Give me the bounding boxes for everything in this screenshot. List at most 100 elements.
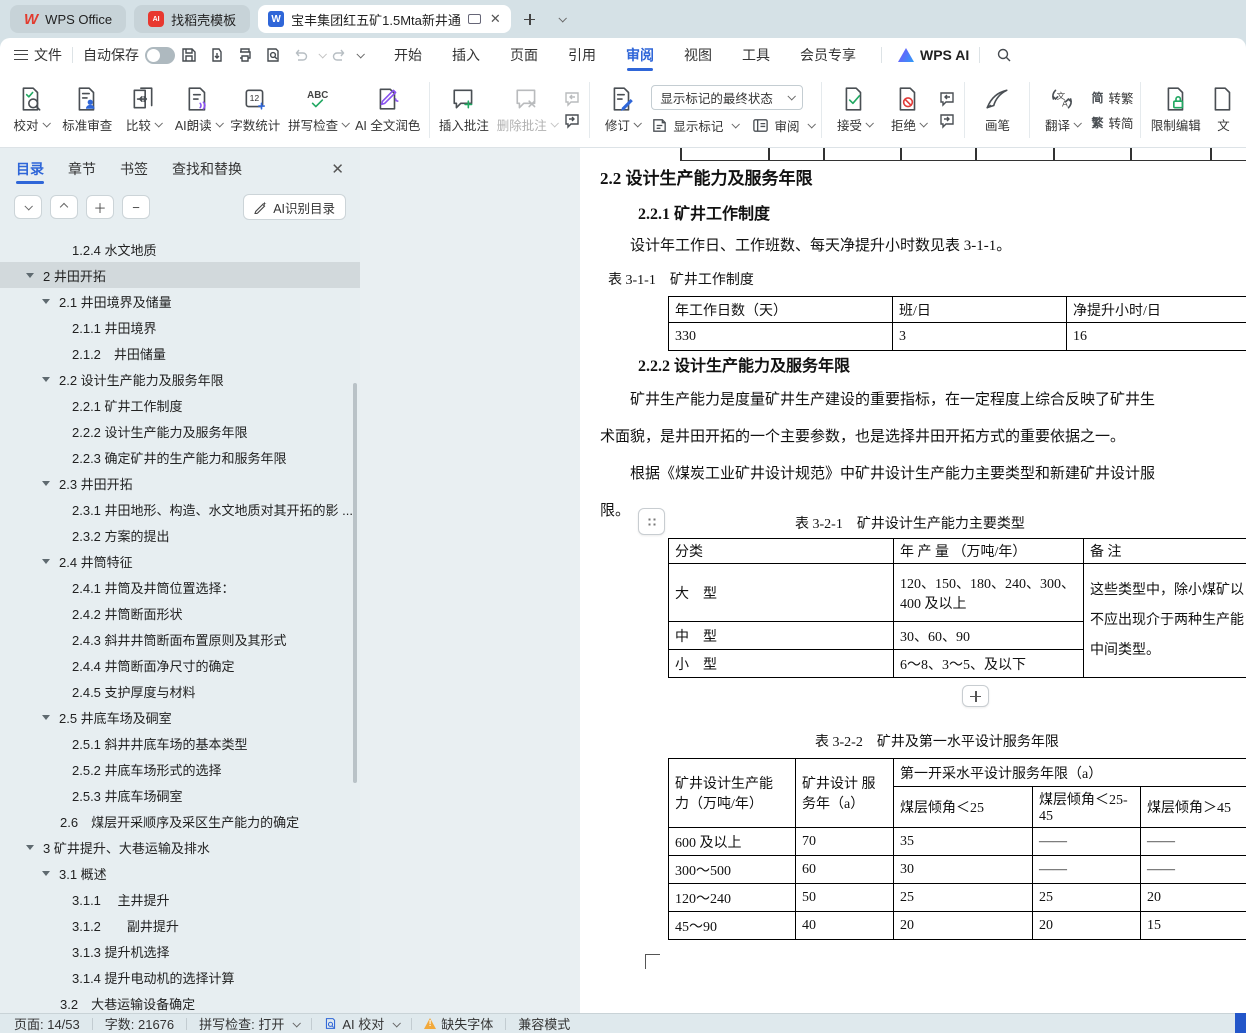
toc-item[interactable]: 2.4.5 支护厚度与材料: [0, 678, 360, 704]
file-menu[interactable]: 文件: [34, 45, 62, 65]
review-pane-button[interactable]: 审阅: [752, 116, 814, 135]
next-comment-button[interactable]: [562, 113, 582, 129]
collapse-arrow-icon[interactable]: [26, 273, 34, 278]
table-cell[interactable]: 45～90: [669, 912, 796, 940]
table-note-cell[interactable]: 这些类型中，除小煤矿以 不应出现介于两种生产能 中间类型。: [1084, 564, 1246, 678]
table-capacity-types[interactable]: 分类 年 产 量 （万吨/年） 备 注 大 型 120、150、180、240、…: [668, 538, 1246, 678]
undo-menu-icon[interactable]: [318, 50, 326, 58]
proofread-button[interactable]: 校对: [6, 78, 56, 142]
add-table-row-button[interactable]: [962, 685, 989, 707]
document-page[interactable]: 2.2 设计生产能力及服务年限 2.2.1 矿井工作制度 设计年工作日、工作班数…: [580, 148, 1246, 1013]
translate-button[interactable]: 文A 翻译: [1037, 78, 1087, 142]
toc-item[interactable]: 3.1.1 主井提升: [0, 886, 360, 912]
reject-change-button[interactable]: 拒绝: [883, 78, 933, 142]
tab-contents[interactable]: 目录: [16, 148, 44, 190]
compatibility-mode-indicator[interactable]: 兼容模式: [518, 1014, 570, 1033]
toc-item[interactable]: 2.4.1 井筒及井筒位置选择：: [0, 574, 360, 600]
toc-item[interactable]: 2.4.3 斜井井筒断面布置原则及其形式: [0, 626, 360, 652]
table-cell[interactable]: 35: [894, 828, 1033, 856]
menu-tools[interactable]: 工具: [727, 38, 785, 72]
spell-check-status[interactable]: 拼写检查: 打开: [199, 1014, 299, 1033]
tab-docer-templates[interactable]: AI 找稻壳模板: [134, 5, 250, 33]
table-cell[interactable]: 中 型: [669, 622, 894, 650]
collapse-arrow-icon[interactable]: [42, 871, 50, 876]
wps-ai-button[interactable]: WPS AI: [898, 47, 969, 63]
paragraph[interactable]: 术面貌，是井田开拓的一个主要参数，也是选择井田开拓方式的重要依据之一。: [600, 425, 1125, 446]
table-cell[interactable]: 小 型: [669, 650, 894, 678]
table-header-cell[interactable]: 第一开采水平设计服务年限（a）: [894, 759, 1246, 787]
table-header-cell[interactable]: 矿井设计 服务年（a）: [796, 759, 894, 828]
ink-pen-button[interactable]: 画笔: [972, 78, 1022, 142]
track-changes-button[interactable]: 修订: [597, 78, 647, 142]
collapse-arrow-icon[interactable]: [42, 715, 50, 720]
clipped-ribbon-button[interactable]: 文: [1207, 78, 1240, 142]
table-header-cell[interactable]: 年工作日数（天）: [669, 297, 893, 323]
tab-list-button[interactable]: [549, 8, 571, 30]
redo-button[interactable]: [327, 43, 351, 67]
collapse-all-button[interactable]: [50, 195, 78, 219]
menu-review[interactable]: 审阅: [611, 38, 669, 72]
toc-item[interactable]: 2.4.4 井筒断面净尺寸的确定: [0, 652, 360, 678]
toc-item[interactable]: 2 井田开拓: [0, 262, 360, 288]
table-cell[interactable]: 120、150、180、240、300、400 及以上: [894, 564, 1084, 622]
ai-polish-button[interactable]: AI 全文润色: [354, 78, 422, 142]
table-cell[interactable]: 40: [796, 912, 894, 940]
menu-page[interactable]: 页面: [495, 38, 553, 72]
table-header-cell[interactable]: 备 注: [1084, 539, 1246, 564]
paragraph[interactable]: 根据《煤炭工业矿井设计规范》中矿井设计生产能力主要类型和新建矿井设计服: [630, 462, 1155, 483]
simplified-to-traditional-button[interactable]: 简 转繁: [1091, 88, 1133, 107]
table-header-cell[interactable]: 煤层倾角＜25: [894, 787, 1033, 828]
insert-comment-button[interactable]: 插入批注: [437, 78, 491, 142]
toc-item[interactable]: 3.1.4 提升电动机的选择计算: [0, 964, 360, 990]
table-cell[interactable]: ——: [1141, 828, 1246, 856]
menu-membership[interactable]: 会员专享: [785, 38, 871, 72]
toc-item[interactable]: 2.3.1 井田地形、构造、水文地质对其开拓的影 ...: [0, 496, 360, 522]
table-header-cell[interactable]: 煤层倾角＞45: [1141, 787, 1246, 828]
word-count-indicator[interactable]: 字数: 21676: [105, 1014, 174, 1033]
table-cell[interactable]: 600 及以上: [669, 828, 796, 856]
table-cell[interactable]: 3: [893, 323, 1067, 351]
tab-find-replace[interactable]: 查找和替换: [172, 148, 242, 190]
search-icon[interactable]: [992, 43, 1016, 67]
table-header-cell[interactable]: 年 产 量 （万吨/年）: [894, 539, 1084, 564]
menu-view[interactable]: 视图: [669, 38, 727, 72]
table1-caption[interactable]: 表 3-1-1 矿井工作制度: [608, 269, 754, 289]
toc-item[interactable]: 1.2.4 水文地质: [0, 236, 360, 262]
toc-item[interactable]: 2.2.2 设计生产能力及服务年限: [0, 418, 360, 444]
table-cell[interactable]: ——: [1033, 828, 1141, 856]
table-cell[interactable]: 30: [894, 856, 1033, 884]
compare-button[interactable]: 比较: [118, 78, 168, 142]
table-cell[interactable]: 6～8、3～5、及以下: [894, 650, 1084, 678]
autosave-toggle[interactable]: [145, 47, 175, 64]
redo-menu-icon[interactable]: [356, 50, 364, 58]
toc-item[interactable]: 2.2 设计生产能力及服务年限: [0, 366, 360, 392]
heading-2-2[interactable]: 2.2 设计生产能力及服务年限: [600, 164, 813, 189]
print-preview-button[interactable]: [261, 43, 285, 67]
toc-item[interactable]: 3.1.3 提升机选择: [0, 938, 360, 964]
save-button[interactable]: [177, 43, 201, 67]
ai-recognize-toc-button[interactable]: AI识别目录: [243, 194, 346, 220]
table-header-cell[interactable]: 净提升小时/日: [1067, 297, 1246, 323]
table-work-schedule[interactable]: 年工作日数（天） 班/日 净提升小时/日 330 3 16: [668, 296, 1246, 351]
standard-review-button[interactable]: 标准审查: [60, 78, 114, 142]
zoom-in-outline-button[interactable]: ＋: [86, 195, 114, 219]
close-tab-icon[interactable]: ✕: [490, 11, 501, 27]
table-header-cell[interactable]: 分类: [669, 539, 894, 564]
table-header-cell[interactable]: 煤层倾角＜25-45: [1033, 787, 1141, 828]
table-cell[interactable]: 16: [1067, 323, 1246, 351]
page-indicator[interactable]: 页面: 14/53: [14, 1014, 80, 1033]
accept-change-button[interactable]: 接受: [829, 78, 879, 142]
table-cell[interactable]: 60: [796, 856, 894, 884]
table-drag-handle[interactable]: [638, 508, 665, 535]
paragraph[interactable]: 设计年工作日、工作班数、每天净提升小时数见表 3-1-1。: [630, 234, 1011, 255]
table-service-years[interactable]: 矿井设计生产能 力（万吨/年） 矿井设计 服务年（a） 第一开采水平设计服务年限…: [668, 758, 1246, 940]
table-header-cell[interactable]: 班/日: [893, 297, 1067, 323]
spell-check-button[interactable]: ABC 拼写检查: [286, 78, 349, 142]
new-tab-button[interactable]: [519, 8, 541, 30]
collapse-arrow-icon[interactable]: [42, 377, 50, 382]
collapse-arrow-icon[interactable]: [42, 559, 50, 564]
table-cell[interactable]: 330: [669, 323, 893, 351]
toc-item[interactable]: 2.4 井筒特征: [0, 548, 360, 574]
table-cell[interactable]: 20: [894, 912, 1033, 940]
toc-item[interactable]: 2.4.2 井筒断面形状: [0, 600, 360, 626]
